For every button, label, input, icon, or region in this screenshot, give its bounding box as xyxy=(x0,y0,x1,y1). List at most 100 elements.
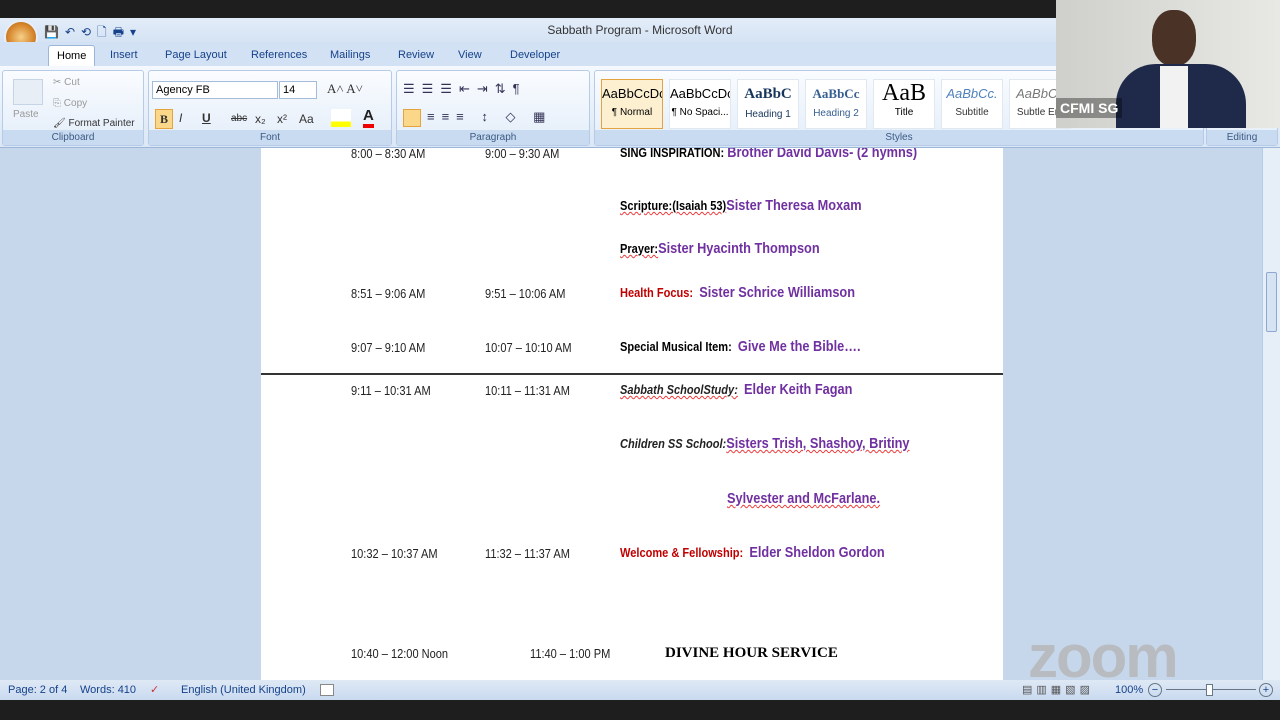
list-buttons[interactable]: ☰☰☰⇤⇥⇅¶ xyxy=(403,81,527,97)
clipboard-label: Clipboard xyxy=(3,130,143,145)
tab-references[interactable]: References xyxy=(243,45,315,66)
divine-hour-heading: DIVINE HOUR SERVICE xyxy=(665,645,838,661)
style-sample: AaBbCc. xyxy=(946,86,998,101)
style-sample: AaB xyxy=(882,80,926,106)
zoom-slider-thumb[interactable] xyxy=(1206,684,1213,696)
item-person: Sister Hyacinth Thompson xyxy=(658,240,820,257)
tab-home[interactable]: Home xyxy=(48,45,96,66)
row-item: Sylvester and McFarlane. xyxy=(727,490,880,507)
window-title: Sabbath Program - Microsoft Word xyxy=(547,23,733,37)
align-left-button[interactable] xyxy=(403,109,421,127)
tab-view[interactable]: View xyxy=(450,45,490,66)
style-normal[interactable]: AaBbCcDc ¶ Normal xyxy=(601,79,663,129)
cut-button[interactable]: ✂ Cut xyxy=(53,77,80,88)
item-label: SING INSPIRATION: xyxy=(620,148,725,160)
row-time-2: 11:40 – 1:00 PM xyxy=(530,646,611,661)
item-label: Prayer: xyxy=(620,241,659,256)
style-name: Heading 2 xyxy=(813,108,859,119)
zoom-in-button[interactable]: + xyxy=(1259,683,1273,697)
item-label: Sabbath SchoolStudy: xyxy=(620,382,738,397)
item-label: Scripture:(Isaiah 53) xyxy=(620,198,727,213)
format-painter-label: Format Painter xyxy=(68,118,135,129)
style-no-spacing[interactable]: AaBbCcDc ¶ No Spaci... xyxy=(669,79,731,129)
alignment-buttons[interactable]: ≡≡≡ ↕ ◇ ▦ xyxy=(427,109,552,125)
font-size-select[interactable]: 14 xyxy=(279,81,317,99)
style-name: Title xyxy=(894,107,914,118)
row-time-2: 11:32 – 11:37 AM xyxy=(485,546,570,561)
tab-developer[interactable]: Developer xyxy=(502,45,568,66)
item-person: Sister Theresa Moxam xyxy=(726,197,862,214)
style-name: Subtitle xyxy=(955,107,989,118)
row-time-2: 10:07 – 10:10 AM xyxy=(485,340,572,355)
style-sample: AaBbCcDc xyxy=(602,86,662,101)
row-time-1: 8:51 – 9:06 AM xyxy=(351,286,426,301)
row-time-2: 9:51 – 10:06 AM xyxy=(485,286,566,301)
scrollbar-thumb[interactable] xyxy=(1266,272,1277,332)
item-label: Children SS School: xyxy=(620,436,727,451)
superscript-button[interactable]: x² xyxy=(277,112,287,126)
proofing-icon[interactable]: ✓ xyxy=(150,680,159,700)
grow-font-button[interactable]: A˄ A˅ xyxy=(327,81,363,97)
language[interactable]: English (United Kingdom) xyxy=(181,680,306,700)
row-item: Prayer:Sister Hyacinth Thompson xyxy=(620,240,820,257)
copy-button[interactable]: ⎘ Copy xyxy=(53,98,87,109)
copy-label: Copy xyxy=(63,98,88,109)
tab-review[interactable]: Review xyxy=(390,45,442,66)
row-time-1: 9:11 – 10:31 AM xyxy=(351,383,431,398)
item-label: Welcome & Fellowship: xyxy=(620,545,744,560)
row-time-1: 9:07 – 9:10 AM xyxy=(351,340,426,355)
document-area: 8:00 – 8:30 AM 9:00 – 9:30 AM SING INSPI… xyxy=(0,148,1262,680)
style-subtitle[interactable]: AaBbCc. Subtitle xyxy=(941,79,1003,129)
row-time-1: 10:40 – 12:00 Noon xyxy=(351,646,449,661)
format-painter-button[interactable]: 🖌 Format Painter xyxy=(53,118,135,129)
style-heading-2[interactable]: AaBbCc Heading 2 xyxy=(805,79,867,129)
row-time-1: 8:00 – 8:30 AM xyxy=(351,148,426,161)
item-person: Sisters Trish, Shashoy, Britiny xyxy=(726,435,910,452)
item-person: Give Me the Bible…. xyxy=(737,338,861,355)
zoom-logo: zoom xyxy=(1028,623,1179,690)
vertical-scrollbar[interactable] xyxy=(1262,148,1280,680)
tab-insert[interactable]: Insert xyxy=(102,45,146,66)
row-time-1: 10:32 – 10:37 AM xyxy=(351,546,438,561)
macro-icon[interactable] xyxy=(320,684,334,696)
change-case-button[interactable]: Aa xyxy=(299,112,314,126)
underline-button[interactable]: U xyxy=(202,111,211,125)
item-person: Elder Sheldon Gordon xyxy=(749,544,885,561)
paragraph-group: ☰☰☰⇤⇥⇅¶ ≡≡≡ ↕ ◇ ▦ Paragraph xyxy=(396,70,590,146)
row-time-2: 9:00 – 9:30 AM xyxy=(485,148,560,161)
strikethrough-button[interactable]: abc xyxy=(231,113,247,124)
style-heading-1[interactable]: AaBbC Heading 1 xyxy=(737,79,799,129)
subscript-button[interactable]: x₂ xyxy=(255,112,266,126)
style-name: Heading 1 xyxy=(745,109,791,120)
paste-icon xyxy=(13,79,43,105)
font-label: Font xyxy=(149,130,391,145)
page-count[interactable]: Page: 2 of 4 xyxy=(8,680,67,700)
editing-label: Editing xyxy=(1207,130,1277,145)
style-title[interactable]: AaB Title xyxy=(873,79,935,129)
tab-page-layout[interactable]: Page Layout xyxy=(157,45,235,66)
font-color-icon[interactable]: A xyxy=(363,107,374,128)
row-item: Health Focus: Sister Schrice Williamson xyxy=(620,284,855,301)
paste-button[interactable]: Paste xyxy=(13,109,39,120)
row-item: Sabbath SchoolStudy: Elder Keith Fagan xyxy=(620,381,852,398)
italic-button[interactable]: I xyxy=(179,111,182,125)
tab-mailings[interactable]: Mailings xyxy=(322,45,378,66)
style-sample: AaBbC xyxy=(744,86,792,102)
item-person: Sister Schrice Williamson xyxy=(699,284,856,301)
row-time-2: 10:11 – 11:31 AM xyxy=(485,383,570,398)
style-sample: AaBbCc xyxy=(812,86,860,101)
font-name-select[interactable]: Agency FB xyxy=(152,81,278,99)
word-count[interactable]: Words: 410 xyxy=(80,680,136,700)
participant-video: CFMI SG xyxy=(1056,0,1280,128)
document-page[interactable]: 8:00 – 8:30 AM 9:00 – 9:30 AM SING INSPI… xyxy=(261,148,1003,680)
highlight-icon[interactable] xyxy=(331,109,351,127)
clipboard-group: Paste ✂ Cut ⎘ Copy 🖌 Format Painter Clip… xyxy=(2,70,144,146)
bold-button[interactable]: B xyxy=(155,109,173,129)
participant-shirt xyxy=(1160,66,1188,128)
row-item: Children SS School:Sisters Trish, Shasho… xyxy=(620,435,910,452)
row-item: Welcome & Fellowship: Elder Sheldon Gord… xyxy=(620,544,885,561)
item-label: Special Musical Item: xyxy=(620,339,732,354)
participant-head xyxy=(1152,10,1196,66)
quick-access-toolbar[interactable]: 💾↶⟲🗋🖶▾ xyxy=(44,20,184,40)
styles-label: Styles xyxy=(595,130,1203,145)
